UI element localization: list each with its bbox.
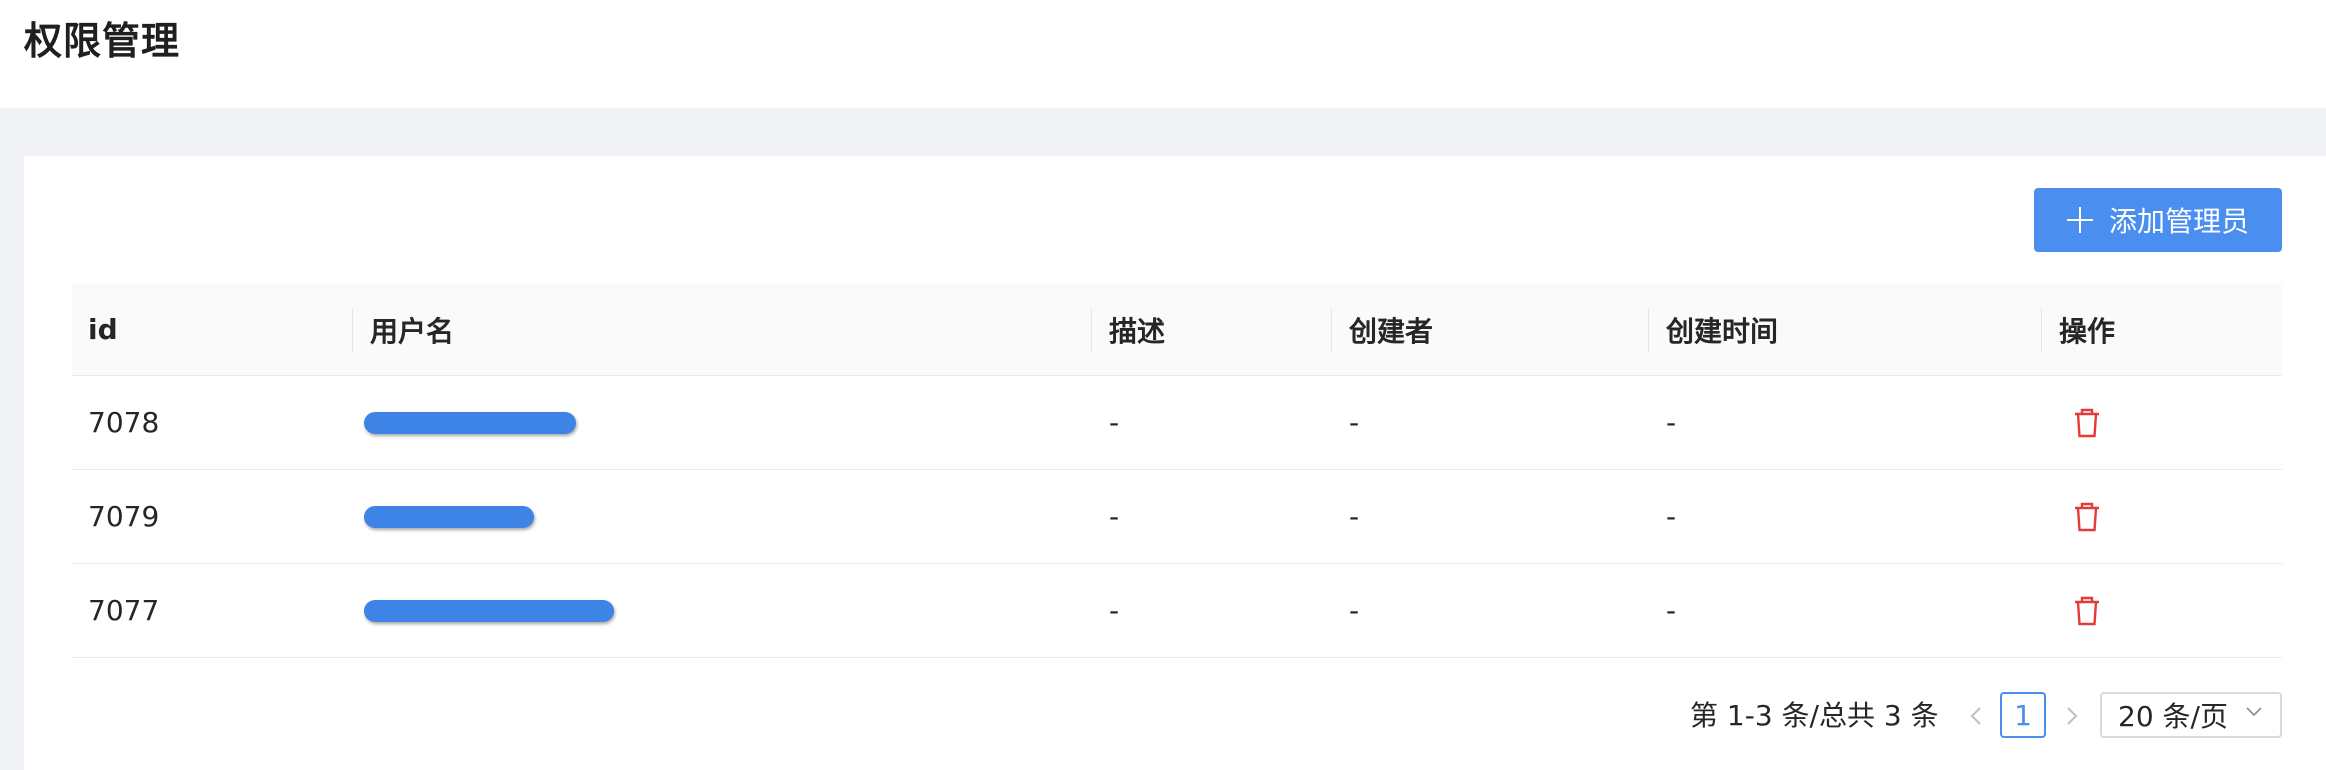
page-size-value: 20 条/页 [2118, 700, 2228, 733]
cell-actions [2072, 376, 2102, 469]
cell-id: 7077 [88, 594, 160, 627]
chevron-right-icon [2067, 707, 2078, 725]
cell-created-time: - [1666, 406, 1677, 439]
cell-actions [2072, 470, 2102, 563]
add-admin-button[interactable]: 添加管理员 [2034, 188, 2282, 252]
column-header-actions: 操作 [2059, 314, 2116, 348]
cell-username: redacted [364, 470, 534, 563]
plus-icon [2066, 207, 2093, 233]
column-divider [2041, 308, 2042, 352]
pagination-total: 第 1-3 条/总共 3 条 [1690, 699, 1939, 732]
cell-description: - [1109, 594, 1120, 627]
redacted-username: redacted [364, 411, 576, 434]
page-title: 权限管理 [24, 19, 181, 63]
redacted-username: redacted [364, 505, 534, 528]
trash-icon[interactable] [2072, 501, 2102, 533]
cell-username: redacted [364, 564, 614, 657]
table-row: 7079 redacted - - - [72, 470, 2282, 564]
cell-id: 7078 [88, 406, 160, 439]
column-divider [1648, 308, 1649, 352]
cell-creator: - [1349, 406, 1360, 439]
admin-table: id 用户名 描述 创建者 创建时间 操作 7078 redacted - - … [72, 284, 2282, 658]
cell-description: - [1109, 406, 1120, 439]
cell-description: - [1109, 500, 1120, 533]
cell-created-time: - [1666, 500, 1677, 533]
cell-created-time: - [1666, 594, 1677, 627]
column-header-creator: 创建者 [1349, 314, 1434, 348]
pagination-next-button[interactable] [2058, 698, 2086, 734]
page-size-select[interactable]: 20 条/页 [2100, 692, 2282, 738]
cell-username: redacted [364, 376, 576, 469]
column-divider [1091, 308, 1092, 352]
chevron-down-icon [2246, 707, 2262, 717]
trash-icon[interactable] [2072, 407, 2102, 439]
table-row: 7077 redacted - - - [72, 564, 2282, 658]
column-header-username: 用户名 [370, 314, 455, 348]
cell-actions [2072, 564, 2102, 657]
table-header: id 用户名 描述 创建者 创建时间 操作 [72, 284, 2282, 376]
trash-icon[interactable] [2072, 595, 2102, 627]
cell-creator: - [1349, 500, 1360, 533]
column-header-id: id [88, 313, 118, 346]
add-admin-label: 添加管理员 [2108, 205, 2249, 238]
cell-id: 7079 [88, 500, 160, 533]
redacted-username: redacted [364, 599, 614, 622]
table-row: 7078 redacted - - - [72, 376, 2282, 470]
column-divider [1331, 308, 1332, 352]
page-header: 权限管理 [0, 0, 2326, 108]
column-header-description: 描述 [1109, 314, 1166, 348]
chevron-left-icon [1970, 707, 1981, 725]
cell-creator: - [1349, 594, 1360, 627]
pagination-page-1[interactable]: 1 [2000, 692, 2046, 738]
column-divider [352, 308, 353, 352]
column-header-created-time: 创建时间 [1666, 314, 1779, 348]
pagination-prev-button[interactable] [1962, 698, 1990, 734]
